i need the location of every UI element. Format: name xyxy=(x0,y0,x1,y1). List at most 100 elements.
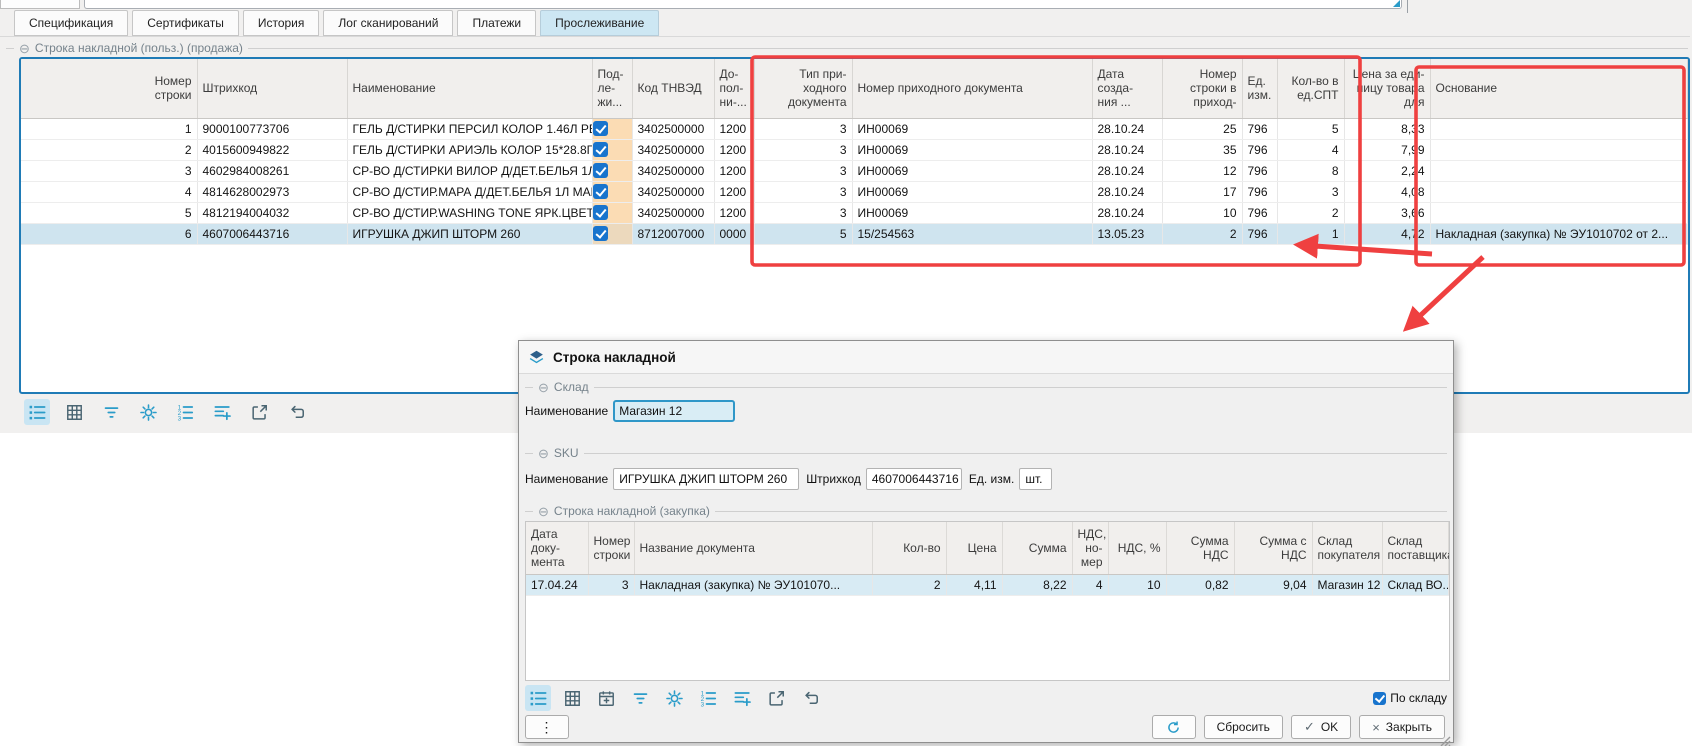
view-list-button[interactable] xyxy=(525,685,551,711)
cell[interactable]: 1200 xyxy=(714,118,754,139)
collapse-icon[interactable]: ⊖ xyxy=(538,447,549,460)
cell[interactable]: 3 xyxy=(754,139,852,160)
row-checkbox[interactable] xyxy=(593,226,608,241)
cell[interactable]: 28.10.24 xyxy=(1092,160,1162,181)
tab[interactable]: Спецификация xyxy=(14,10,128,36)
table-row[interactable]: 19000100773706ГЕЛЬ Д/СТИРКИ ПЕРСИЛ КОЛОР… xyxy=(21,118,1688,139)
cell[interactable]: 8 xyxy=(1277,160,1344,181)
numbered-list-button[interactable]: 123 xyxy=(695,685,721,711)
column-header[interactable]: Штрихкод xyxy=(197,59,347,118)
cell[interactable]: 796 xyxy=(1242,118,1277,139)
cell[interactable]: ИН00069 xyxy=(852,160,1092,181)
ok-button[interactable]: ✓OK xyxy=(1291,715,1351,739)
cell[interactable]: 6 xyxy=(21,223,197,244)
column-header[interactable]: Сумма НДС xyxy=(1166,522,1234,574)
column-header[interactable]: До- пол- ни-... xyxy=(714,59,754,118)
column-header[interactable]: Номер строки xyxy=(588,522,634,574)
tab[interactable]: Сертификаты xyxy=(132,10,239,36)
cell[interactable]: ИН00069 xyxy=(852,139,1092,160)
cell[interactable] xyxy=(1430,202,1688,223)
cell[interactable]: 2 xyxy=(21,139,197,160)
cell[interactable]: 25 xyxy=(1162,118,1242,139)
cell[interactable] xyxy=(592,118,632,139)
table-row[interactable]: 34602984008261СР-ВО Д/СТИРКИ ВИЛОР Д/ДЕТ… xyxy=(21,160,1688,181)
cell[interactable]: 4602984008261 xyxy=(197,160,347,181)
cell[interactable] xyxy=(592,160,632,181)
row-checkbox[interactable] xyxy=(593,205,608,220)
cell[interactable]: 1200 xyxy=(714,181,754,202)
cell[interactable] xyxy=(1430,118,1688,139)
cell[interactable]: 796 xyxy=(1242,202,1277,223)
add-rows-button[interactable] xyxy=(209,399,235,425)
column-header[interactable]: Цена за еди- ницу товара для xyxy=(1344,59,1430,118)
table-row[interactable]: 24015600949822ГЕЛЬ Д/СТИРКИ АРИЭЛЬ КОЛОР… xyxy=(21,139,1688,160)
cell[interactable]: 3402500000 xyxy=(632,202,714,223)
column-header[interactable]: Дата созда- ния ... xyxy=(1092,59,1162,118)
table-row[interactable]: 17.04.243Накладная (закупка) № ЭУ101070.… xyxy=(526,574,1449,595)
numbered-list-button[interactable]: 123 xyxy=(172,399,198,425)
cell[interactable]: 8,33 xyxy=(1344,118,1430,139)
cell[interactable]: 3 xyxy=(754,118,852,139)
column-header[interactable]: Основание xyxy=(1430,59,1688,118)
close-button[interactable]: ×Закрыть xyxy=(1359,715,1445,739)
add-rows-button[interactable] xyxy=(729,685,755,711)
cell[interactable]: 2,24 xyxy=(1344,160,1430,181)
settings-button[interactable] xyxy=(661,685,687,711)
cell[interactable]: 15/254563 xyxy=(852,223,1092,244)
cell[interactable]: Магазин 12 xyxy=(1312,574,1382,595)
cell[interactable]: 28.10.24 xyxy=(1092,202,1162,223)
open-external-button[interactable] xyxy=(763,685,789,711)
filter-button[interactable] xyxy=(627,685,653,711)
cell[interactable] xyxy=(1430,181,1688,202)
column-header[interactable]: Код ТНВЭД xyxy=(632,59,714,118)
cell[interactable]: 796 xyxy=(1242,160,1277,181)
cell[interactable] xyxy=(592,181,632,202)
cell[interactable]: 4 xyxy=(1072,574,1108,595)
cell[interactable]: 1 xyxy=(21,118,197,139)
column-header[interactable]: Склад поставщика xyxy=(1382,522,1449,574)
cell[interactable]: ГЕЛЬ Д/СТИРКИ АРИЭЛЬ КОЛОР 15*28.8Г РФ A… xyxy=(347,139,592,160)
sku-name-input[interactable]: ИГРУШКА ДЖИП ШТОРМ 260 xyxy=(613,468,799,490)
reset-button[interactable]: Сбросить xyxy=(1204,715,1283,739)
column-header[interactable]: Номер строки в приход- xyxy=(1162,59,1242,118)
reload-button[interactable] xyxy=(283,399,309,425)
cell[interactable]: 4814628002973 xyxy=(197,181,347,202)
by-warehouse-checkbox[interactable] xyxy=(1373,692,1386,705)
cell[interactable]: 35 xyxy=(1162,139,1242,160)
sku-unit-input[interactable]: шт. xyxy=(1019,468,1052,490)
cell[interactable]: 3402500000 xyxy=(632,118,714,139)
cell[interactable]: 4 xyxy=(1277,139,1344,160)
collapse-icon[interactable]: ⊖ xyxy=(538,505,549,518)
table-row[interactable]: 54812194004032СР-ВО Д/СТИР.WASHING TONE … xyxy=(21,202,1688,223)
cell[interactable]: 3 xyxy=(754,181,852,202)
view-list-button[interactable] xyxy=(24,399,50,425)
table-row[interactable]: 64607006443716ИГРУШКА ДЖИП ШТОРМ 2608712… xyxy=(21,223,1688,244)
sku-barcode-input[interactable]: 4607006443716 xyxy=(866,468,962,490)
cell[interactable]: Накладная (закупка) № ЭУ101070... xyxy=(634,574,872,595)
cell[interactable]: 3402500000 xyxy=(632,181,714,202)
view-grid-button[interactable] xyxy=(559,685,585,711)
calendar-button[interactable] xyxy=(593,685,619,711)
cell[interactable]: 3402500000 xyxy=(632,139,714,160)
cell[interactable]: 5 xyxy=(754,223,852,244)
refresh-button[interactable] xyxy=(1152,715,1196,739)
cell[interactable]: 3 xyxy=(1277,181,1344,202)
cell[interactable]: СР-ВО Д/СТИР.МАРА Д/ДЕТ.БЕЛЬЯ 1Л МАРА xyxy=(347,181,592,202)
column-header[interactable]: НДС, % xyxy=(1108,522,1166,574)
cell[interactable]: 3 xyxy=(588,574,634,595)
cell[interactable]: 13.05.23 xyxy=(1092,223,1162,244)
cell[interactable]: СР-ВО Д/СТИР.WASHING TONE ЯРК.ЦВЕТА 1.5Л… xyxy=(347,202,592,223)
column-header[interactable]: Под- ле- жи... xyxy=(592,59,632,118)
settings-button[interactable] xyxy=(135,399,161,425)
row-checkbox[interactable] xyxy=(593,121,608,136)
dialog-title-bar[interactable]: Строка накладной xyxy=(519,341,1453,374)
column-header[interactable]: Название документа xyxy=(634,522,872,574)
cell[interactable]: 4 xyxy=(21,181,197,202)
view-grid-button[interactable] xyxy=(61,399,87,425)
cell[interactable]: 3 xyxy=(754,202,852,223)
resize-grip-icon[interactable] xyxy=(1393,0,1400,7)
cell[interactable] xyxy=(1430,139,1688,160)
cell[interactable]: Склад ВО... xyxy=(1382,574,1449,595)
cell[interactable]: 8712007000 xyxy=(632,223,714,244)
cell[interactable]: 796 xyxy=(1242,139,1277,160)
